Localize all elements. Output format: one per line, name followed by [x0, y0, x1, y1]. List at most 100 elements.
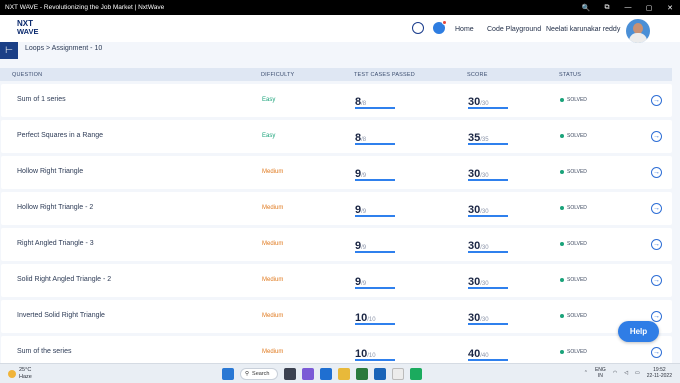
status-badge: SOLVED: [560, 133, 587, 139]
test-cases-passed: 9/9: [355, 236, 395, 254]
nav-home[interactable]: Home: [455, 26, 474, 33]
language-indicator[interactable]: ENG IN: [595, 367, 606, 379]
col-test-cases: TEST CASES PASSED: [354, 72, 415, 78]
taskbar-search[interactable]: ⚲ Search: [240, 368, 278, 380]
question-title[interactable]: Perfect Squares in a Range: [17, 132, 103, 139]
table-row[interactable]: Sum of 1 series Easy 8/8 30/30 SOLVED →: [1, 84, 672, 117]
table-row[interactable]: Hollow Right Triangle - 2 Medium 9/9 30/…: [1, 192, 672, 225]
whatsapp-icon[interactable]: [410, 368, 422, 380]
avatar[interactable]: [626, 19, 650, 43]
table-row[interactable]: Perfect Squares in a Range Easy 8/8 35/3…: [1, 120, 672, 153]
file-explorer-icon[interactable]: [338, 368, 350, 380]
progress-bar: [355, 251, 395, 253]
weather-widget[interactable]: 25°C Haze: [8, 367, 32, 380]
windows-start-icon[interactable]: [222, 368, 234, 380]
score: 30/30: [468, 272, 508, 290]
arrow-right-icon[interactable]: →: [651, 275, 662, 286]
timer-icon[interactable]: [412, 22, 424, 34]
difficulty-label: Medium: [262, 349, 284, 355]
score: 30/30: [468, 164, 508, 182]
maximize-icon[interactable]: ▢: [643, 4, 655, 12]
progress-bar: [468, 107, 508, 109]
notification-dot: [442, 20, 447, 25]
arrow-right-icon[interactable]: →: [651, 311, 662, 322]
chat-icon[interactable]: [433, 20, 447, 34]
question-title[interactable]: Sum of 1 series: [17, 96, 66, 103]
question-list: Sum of 1 series Easy 8/8 30/30 SOLVED → …: [0, 84, 680, 372]
progress-bar: [355, 359, 395, 361]
system-tray: ⌃ ENG IN ◠ ◁ ▭ 19:52 22-11-2022: [584, 367, 672, 379]
progress-bar: [468, 179, 508, 181]
progress-bar: [355, 179, 395, 181]
difficulty-label: Easy: [262, 97, 276, 103]
arrow-right-icon[interactable]: →: [651, 95, 662, 106]
nxtwave-logo[interactable]: NXT WAVE: [17, 20, 39, 36]
table-row[interactable]: Hollow Right Triangle Medium 9/9 30/30 S…: [1, 156, 672, 189]
minimize-icon[interactable]: —: [622, 4, 634, 11]
progress-bar: [355, 215, 395, 217]
weather-icon: [8, 369, 16, 378]
taskbar-apps: ⚲ Search: [222, 368, 422, 380]
col-question: QUESTION: [12, 72, 43, 78]
progress-bar: [355, 107, 395, 109]
volume-icon[interactable]: ◁: [624, 370, 628, 376]
app-icon[interactable]: [374, 368, 386, 380]
test-cases-passed: 8/8: [355, 128, 395, 146]
status-badge: SOLVED: [560, 277, 587, 283]
window-title: NXT WAVE - Revolutionizing the Job Marke…: [5, 4, 165, 11]
table-row[interactable]: Solid Right Angled Triangle - 2 Medium 9…: [1, 264, 672, 297]
question-title[interactable]: Solid Right Angled Triangle - 2: [17, 276, 111, 283]
teams-icon[interactable]: [302, 368, 314, 380]
restore-icon[interactable]: ⧉: [601, 4, 613, 12]
sidebar-toggle-icon[interactable]: ⊢: [0, 42, 18, 59]
test-cases-passed: 9/9: [355, 200, 395, 218]
user-name[interactable]: Neelati karunakar reddy: [546, 26, 620, 33]
table-row[interactable]: Right Angled Triangle - 3 Medium 9/9 30/…: [1, 228, 672, 261]
breadcrumb[interactable]: Loops > Assignment - 10: [25, 45, 102, 52]
question-title[interactable]: Hollow Right Triangle: [17, 168, 83, 175]
arrow-right-icon[interactable]: →: [651, 203, 662, 214]
zoom-icon[interactable]: 🔍: [580, 4, 592, 12]
nav-code-playground[interactable]: Code Playground: [487, 26, 541, 33]
table-row[interactable]: Inverted Solid Right Triangle Medium 10/…: [1, 300, 672, 333]
col-difficulty: DIFFICULTY: [261, 72, 295, 78]
arrow-right-icon[interactable]: →: [651, 239, 662, 250]
progress-bar: [355, 323, 395, 325]
table-header: QUESTION DIFFICULTY TEST CASES PASSED SC…: [0, 68, 672, 81]
help-button[interactable]: Help: [618, 321, 659, 342]
close-icon[interactable]: ✕: [664, 4, 676, 12]
progress-bar: [468, 251, 508, 253]
difficulty-label: Medium: [262, 241, 284, 247]
arrow-right-icon[interactable]: →: [651, 167, 662, 178]
weather-temp: 25°C: [19, 367, 32, 373]
progress-bar: [468, 287, 508, 289]
test-cases-passed: 10/10: [355, 344, 395, 362]
question-title[interactable]: Sum of the series: [17, 348, 71, 355]
task-view-icon[interactable]: [284, 368, 296, 380]
arrow-right-icon[interactable]: →: [651, 347, 662, 358]
store-icon[interactable]: [356, 368, 368, 380]
score: 30/30: [468, 236, 508, 254]
edge-icon[interactable]: [320, 368, 332, 380]
question-title[interactable]: Inverted Solid Right Triangle: [17, 312, 105, 319]
status-badge: SOLVED: [560, 313, 587, 319]
status-badge: SOLVED: [560, 241, 587, 247]
clock[interactable]: 19:52 22-11-2022: [647, 367, 672, 379]
wifi-icon[interactable]: ◠: [613, 370, 617, 376]
difficulty-label: Medium: [262, 205, 284, 211]
chrome-icon[interactable]: [392, 368, 404, 380]
logo-line2: WAVE: [17, 27, 39, 36]
score: 35/35: [468, 128, 508, 146]
arrow-right-icon[interactable]: →: [651, 131, 662, 142]
col-status: STATUS: [559, 72, 582, 78]
progress-bar: [468, 215, 508, 217]
question-title[interactable]: Hollow Right Triangle - 2: [17, 204, 93, 211]
test-cases-passed: 10/10: [355, 308, 395, 326]
score: 30/30: [468, 200, 508, 218]
chevron-up-icon[interactable]: ⌃: [584, 370, 588, 376]
question-title[interactable]: Right Angled Triangle - 3: [17, 240, 94, 247]
score: 40/40: [468, 344, 508, 362]
battery-icon[interactable]: ▭: [635, 370, 640, 376]
status-badge: SOLVED: [560, 205, 587, 211]
test-cases-passed: 8/8: [355, 92, 395, 110]
